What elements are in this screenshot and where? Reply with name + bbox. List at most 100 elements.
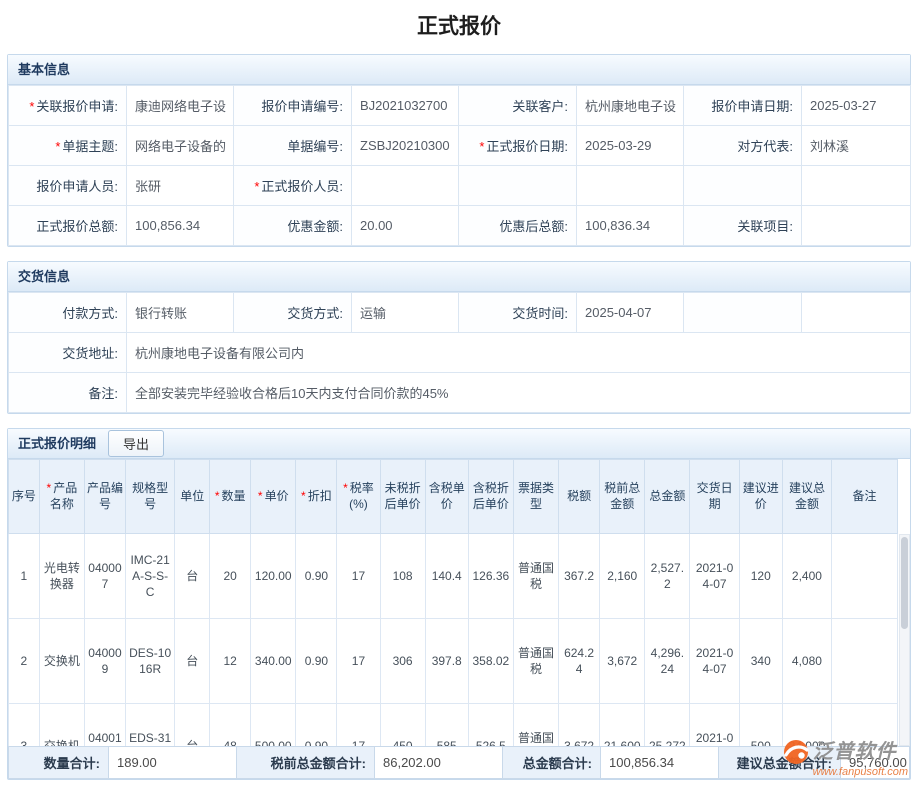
table-cell: 340 — [739, 619, 782, 704]
table-cell: 普通国税 — [513, 704, 558, 747]
column-header: 含税折后单价 — [468, 460, 513, 534]
field-label: *正式报价日期: — [459, 126, 577, 166]
table-cell: 358.02 — [468, 619, 513, 704]
summary-value: 86,202.00 — [375, 747, 503, 779]
table-cell: 17 — [337, 619, 380, 704]
table-cell: 1 — [9, 534, 40, 619]
field-label: *单据主题: — [9, 126, 127, 166]
table-cell: 040009 — [84, 619, 125, 704]
table-cell: 500.00 — [251, 704, 296, 747]
scrollbar-thumb[interactable] — [901, 537, 908, 629]
table-cell: 2,527.2 — [645, 534, 690, 619]
field-label: 备注: — [9, 373, 127, 413]
field-label — [684, 166, 802, 206]
field-label: *正式报价人员: — [234, 166, 352, 206]
field-value: 100,856.34 — [127, 206, 234, 246]
table-cell: 光电转换器 — [39, 534, 84, 619]
field-value — [802, 293, 911, 333]
field-label: 交货地址: — [9, 333, 127, 373]
column-header: 规格型号 — [125, 460, 174, 534]
field-value: 银行转账 — [127, 293, 234, 333]
table-cell: 120.00 — [251, 534, 296, 619]
table-cell: 120 — [739, 534, 782, 619]
page-title: 正式报价 — [0, 0, 918, 54]
watermark-brand: 泛普软件 — [813, 742, 897, 762]
table-cell: 624.24 — [559, 619, 600, 704]
table-cell: 367.2 — [559, 534, 600, 619]
fanpu-logo-icon — [783, 739, 809, 765]
table-cell: 3 — [9, 704, 40, 747]
field-label: 关联客户: — [459, 86, 577, 126]
table-cell: 台 — [175, 619, 210, 704]
field-value: BJ2021032700 — [352, 86, 459, 126]
table-cell — [832, 534, 898, 619]
summary-label: 数量合计: — [9, 747, 109, 779]
table-cell: 普通国税 — [513, 619, 558, 704]
column-header: 序号 — [9, 460, 40, 534]
table-cell: 2021-04-07 — [690, 704, 739, 747]
field-value — [577, 166, 684, 206]
table-cell: 040007 — [84, 534, 125, 619]
table-cell: 20 — [210, 534, 251, 619]
table-cell: 普通国税 — [513, 534, 558, 619]
field-label: 对方代表: — [684, 126, 802, 166]
basic-info-panel: 基本信息 *关联报价申请:康迪网络电子设报价申请编号:BJ2021032700关… — [7, 54, 911, 247]
table-cell: 12 — [210, 619, 251, 704]
table-cell: 21,600 — [600, 704, 645, 747]
delivery-info-table: 付款方式:银行转账交货方式:运输交货时间:2025-04-07交货地址:杭州康地… — [8, 292, 911, 413]
field-value: 2025-04-07 — [577, 293, 684, 333]
field-value: 张研 — [127, 166, 234, 206]
field-label: 交货方式: — [234, 293, 352, 333]
basic-info-table: *关联报价申请:康迪网络电子设报价申请编号:BJ2021032700关联客户:杭… — [8, 85, 911, 246]
table-cell: 17 — [337, 704, 380, 747]
field-label: 交货时间: — [459, 293, 577, 333]
summary-row: 数量合计:189.00税前总金额合计:86,202.00总金额合计:100,85… — [9, 747, 910, 779]
table-cell: 450 — [380, 704, 425, 747]
form-row: 付款方式:银行转账交货方式:运输交货时间:2025-04-07 — [9, 293, 911, 333]
summary-value: 100,856.34 — [601, 747, 719, 779]
detail-section-header: 正式报价明细 导出 — [8, 429, 910, 459]
field-value: 杭州康地电子设备有限公司内 — [127, 333, 911, 373]
column-header: *数量 — [210, 460, 251, 534]
field-value — [802, 166, 911, 206]
table-cell: 2021-04-07 — [690, 534, 739, 619]
table-cell: 2,160 — [600, 534, 645, 619]
required-marker: * — [479, 139, 484, 154]
table-cell: 48 — [210, 704, 251, 747]
field-value: 网络电子设备的 — [127, 126, 234, 166]
field-label — [684, 293, 802, 333]
required-marker: * — [55, 139, 60, 154]
table-row: 3交换机040010EDS-316台48500.000.901745058552… — [9, 704, 898, 747]
export-button[interactable]: 导出 — [108, 430, 164, 457]
table-cell: 2021-04-07 — [690, 619, 739, 704]
form-row: 交货地址:杭州康地电子设备有限公司内 — [9, 333, 911, 373]
required-marker: * — [258, 489, 263, 503]
required-marker: * — [254, 179, 259, 194]
column-header: 税前总金额 — [600, 460, 645, 534]
column-header: 含税单价 — [425, 460, 468, 534]
field-value: ZSBJ20210300 — [352, 126, 459, 166]
table-cell: EDS-316 — [125, 704, 174, 747]
required-marker: * — [343, 481, 348, 495]
required-marker: * — [47, 481, 52, 495]
column-header: 建议总金额 — [782, 460, 831, 534]
column-header: 交货日期 — [690, 460, 739, 534]
vertical-scrollbar[interactable] — [899, 534, 910, 746]
form-row: 正式报价总额:100,856.34优惠金额:20.00优惠后总额:100,836… — [9, 206, 911, 246]
column-header: 单位 — [175, 460, 210, 534]
basic-info-section-header: 基本信息 — [8, 55, 910, 85]
field-value: 20.00 — [352, 206, 459, 246]
field-label: 报价申请编号: — [234, 86, 352, 126]
table-cell: 040010 — [84, 704, 125, 747]
detail-header-row: 序号*产品名称产品编号规格型号单位*数量*单价*折扣*税率(%)未税折后单价含税… — [9, 460, 898, 534]
table-cell: 台 — [175, 704, 210, 747]
table-cell: 台 — [175, 534, 210, 619]
table-cell: 4,296.24 — [645, 619, 690, 704]
field-label: *关联报价申请: — [9, 86, 127, 126]
field-value: 2025-03-29 — [577, 126, 684, 166]
required-marker: * — [215, 489, 220, 503]
column-header: *折扣 — [296, 460, 337, 534]
required-marker: * — [29, 99, 34, 114]
field-label: 报价申请人员: — [9, 166, 127, 206]
table-cell: 25,272 — [645, 704, 690, 747]
